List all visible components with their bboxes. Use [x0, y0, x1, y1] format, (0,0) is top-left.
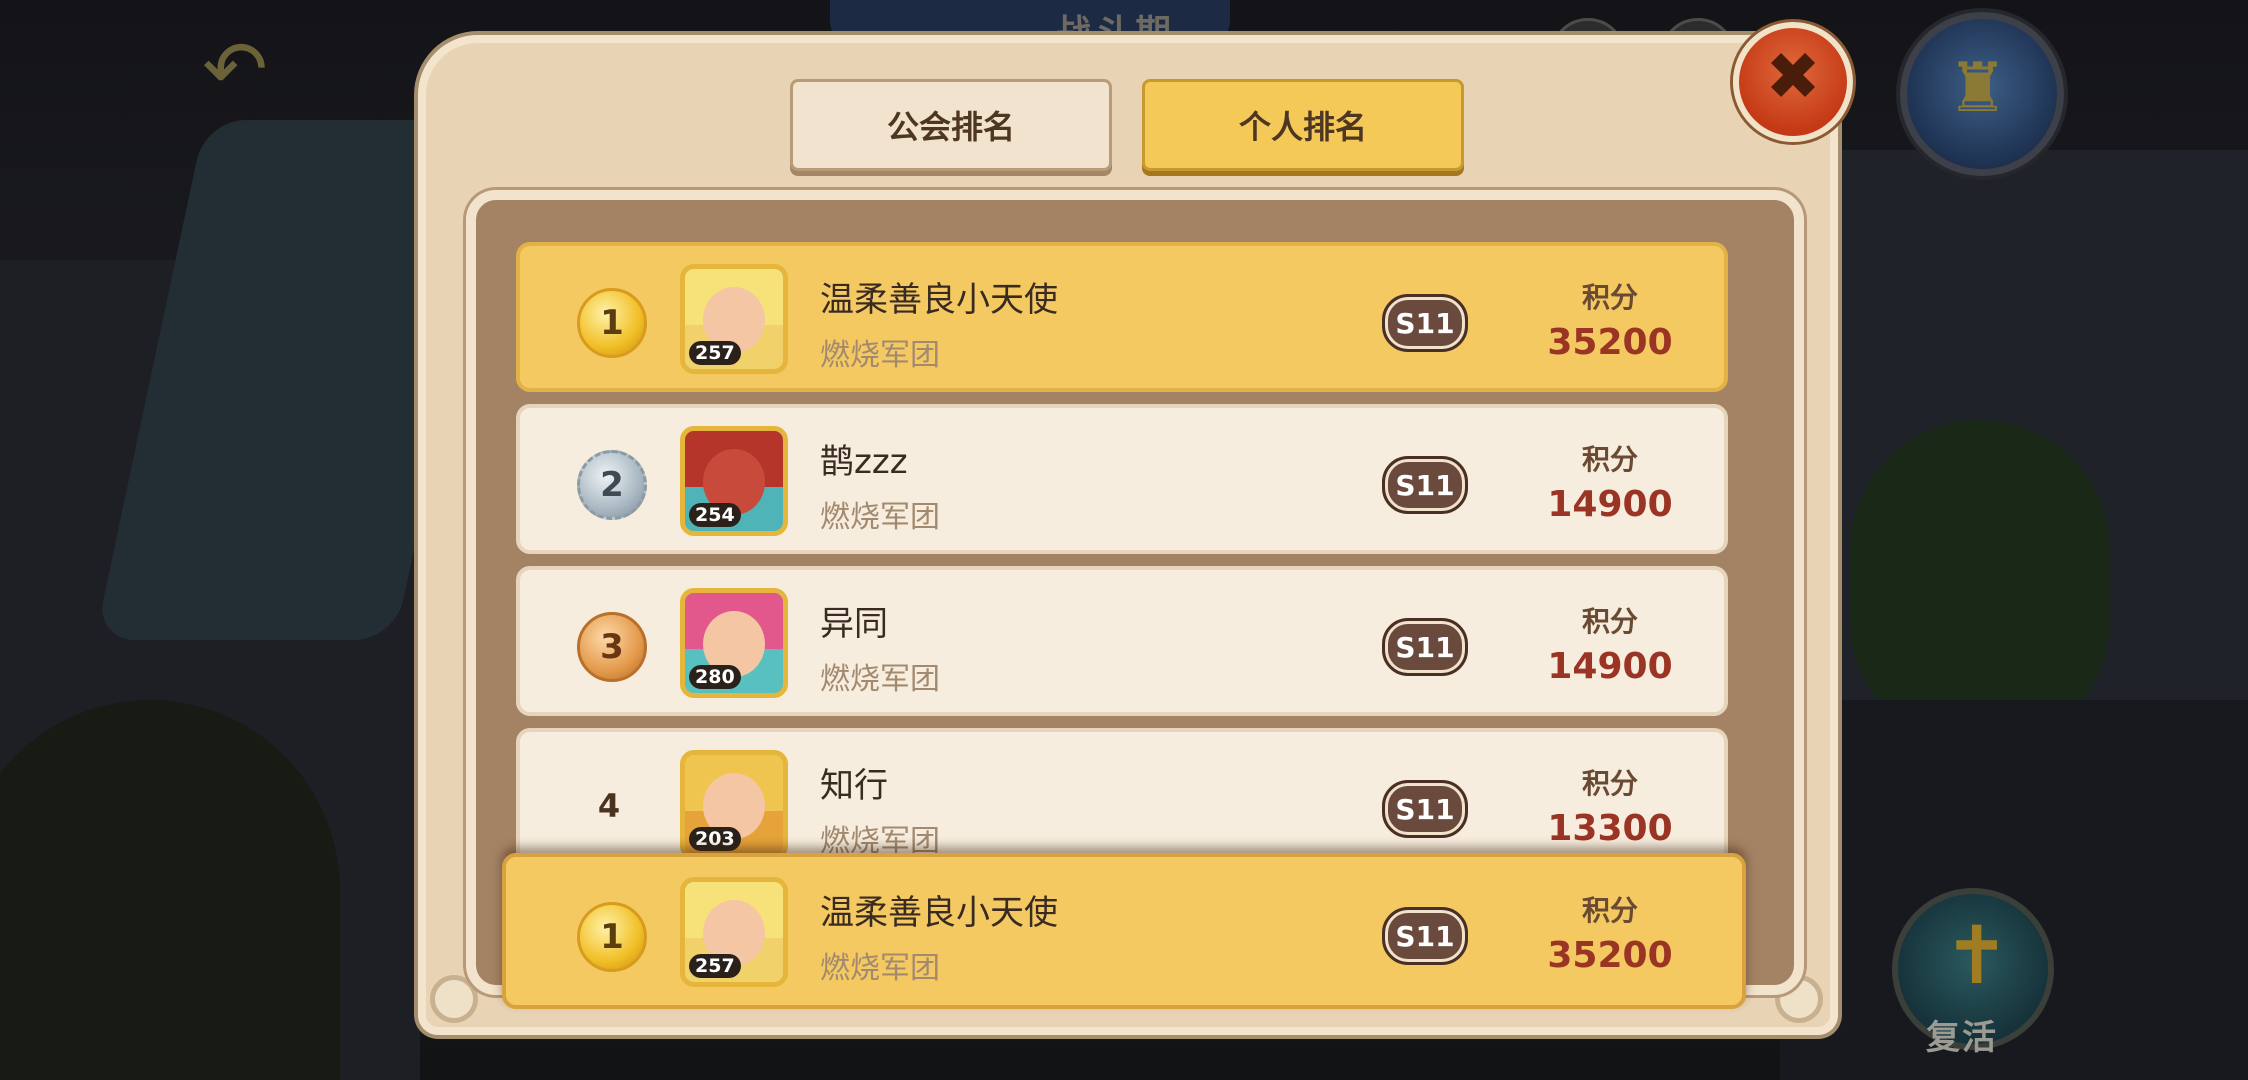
- avatar: 203: [680, 750, 788, 860]
- score-value: 14900: [1547, 646, 1673, 687]
- player-guild: 燃烧军团: [820, 662, 940, 697]
- map-button[interactable]: ♜: [1900, 12, 2064, 176]
- score-label: 积分: [1581, 767, 1638, 800]
- season-badge: S11: [1382, 456, 1468, 514]
- player-name: 温柔善良小天使: [820, 280, 1058, 320]
- player-guild: 燃烧军团: [820, 338, 940, 373]
- player-name: 异同: [820, 604, 888, 644]
- score-label: 积分: [1581, 443, 1638, 476]
- ranking-row[interactable]: 2 254 鹊zzz 燃烧军团 S11 积分 14900: [516, 404, 1728, 554]
- level-badge: 257: [689, 341, 741, 365]
- silver-medal-icon: 2: [577, 450, 647, 520]
- score-label: 积分: [1581, 894, 1638, 927]
- close-icon: ✖: [1765, 38, 1821, 115]
- revive-cross-icon: ✝: [1943, 909, 2011, 1002]
- back-arrow-icon[interactable]: ↶: [190, 30, 280, 110]
- player-name: 温柔善良小天使: [820, 893, 1058, 933]
- avatar: 257: [680, 264, 788, 374]
- player-name: 知行: [820, 766, 888, 806]
- level-badge: 254: [689, 503, 741, 527]
- score-label: 积分: [1581, 605, 1638, 638]
- tab-personal-ranking[interactable]: 个人排名: [1142, 79, 1464, 171]
- ranking-row[interactable]: 1 257 温柔善良小天使 燃烧军团 S11 积分 35200: [516, 242, 1728, 392]
- avatar: 257: [680, 877, 788, 987]
- score-value: 35200: [1547, 322, 1673, 363]
- score-label: 积分: [1581, 281, 1638, 314]
- bronze-medal-icon: 3: [577, 612, 647, 682]
- player-guild: 燃烧军团: [820, 951, 940, 986]
- avatar: 280: [680, 588, 788, 698]
- player-guild: 燃烧军团: [820, 500, 940, 535]
- close-button[interactable]: ✖: [1733, 22, 1853, 142]
- player-name: 鹊zzz: [820, 442, 908, 482]
- ranking-row[interactable]: 3 280 异同 燃烧军团 S11 积分 14900: [516, 566, 1728, 716]
- tab-guild-ranking[interactable]: 公会排名: [790, 79, 1112, 171]
- my-ranking-row[interactable]: 1 257 温柔善良小天使 燃烧军团 S11 积分 35200: [502, 853, 1746, 1009]
- gold-medal-icon: 1: [577, 288, 647, 358]
- season-badge: S11: [1382, 294, 1468, 352]
- level-badge: 280: [689, 665, 741, 689]
- season-badge: S11: [1382, 780, 1468, 838]
- revive-label: 复活: [1926, 1018, 1998, 1058]
- score-value: 35200: [1547, 935, 1673, 976]
- avatar: 254: [680, 426, 788, 536]
- score-value: 13300: [1547, 808, 1673, 849]
- level-badge: 257: [689, 954, 741, 978]
- season-badge: S11: [1382, 907, 1468, 965]
- level-badge: 203: [689, 827, 741, 851]
- gold-medal-icon: 1: [577, 902, 647, 972]
- map-icon: ♜: [1947, 49, 2008, 128]
- score-value: 14900: [1547, 484, 1673, 525]
- rank-number: 4: [597, 787, 621, 825]
- season-badge: S11: [1382, 618, 1468, 676]
